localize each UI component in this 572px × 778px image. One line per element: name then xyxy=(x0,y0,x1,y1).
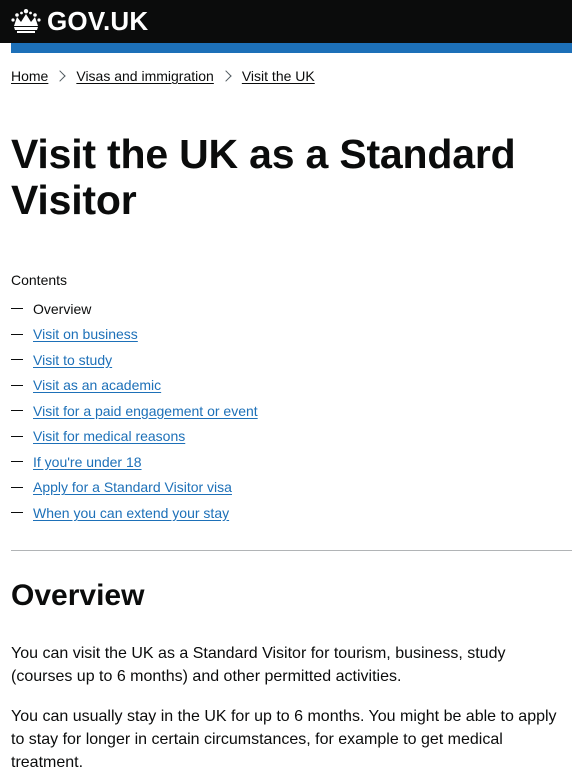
contents-current-label: Overview xyxy=(33,300,92,317)
contents-item-overview: Overview xyxy=(11,296,258,322)
body-paragraph: You can visit the UK as a Standard Visit… xyxy=(11,645,506,685)
chevron-right-icon xyxy=(220,70,232,82)
section-heading: Overview xyxy=(11,579,145,612)
contents-item-under-18: If you're under 18 xyxy=(11,449,258,475)
dash-icon xyxy=(11,410,23,412)
breadcrumb-visas-and-immigration[interactable]: Visas and immigration xyxy=(76,66,213,86)
contents-link-paid-engagement[interactable]: Visit for a paid engagement or event xyxy=(33,401,258,421)
contents-item-visit-to-study: Visit to study xyxy=(11,347,258,373)
contents-link-extend-stay[interactable]: When you can extend your stay xyxy=(33,503,229,523)
dash-icon xyxy=(11,486,23,488)
govuk-logo-link[interactable]: GOV.UK xyxy=(11,6,148,36)
dash-icon xyxy=(11,333,23,335)
dash-icon xyxy=(11,461,23,463)
contents-item-medical-reasons: Visit for medical reasons xyxy=(11,424,258,450)
dash-icon xyxy=(11,359,23,361)
contents-item-extend-stay: When you can extend your stay xyxy=(11,500,258,526)
site-header: GOV.UK xyxy=(0,0,572,43)
contents-item-paid-engagement: Visit for a paid engagement or event xyxy=(11,398,258,424)
contents-link-under-18[interactable]: If you're under 18 xyxy=(33,452,142,472)
dash-icon xyxy=(11,435,23,437)
dash-icon xyxy=(11,384,23,386)
section-divider xyxy=(11,550,572,551)
contents-link-visit-as-an-academic[interactable]: Visit as an academic xyxy=(33,375,161,395)
crown-icon xyxy=(11,8,41,34)
contents-list: Overview Visit on business Visit to stud… xyxy=(11,296,258,526)
contents-item-visit-on-business: Visit on business xyxy=(11,322,258,348)
header-accent-bar xyxy=(11,43,572,53)
contents-link-visit-on-business[interactable]: Visit on business xyxy=(33,324,138,344)
contents-link-medical-reasons[interactable]: Visit for medical reasons xyxy=(33,426,185,446)
breadcrumb-home[interactable]: Home xyxy=(11,66,48,86)
contents-heading: Contents xyxy=(11,272,68,288)
page-title: Visit the UK as a Standard Visitor xyxy=(11,131,516,223)
contents-item-visit-as-an-academic: Visit as an academic xyxy=(11,373,258,399)
body-paragraph: You can usually stay in the UK for up to… xyxy=(11,708,557,771)
contents-link-visit-to-study[interactable]: Visit to study xyxy=(33,350,112,370)
dash-icon xyxy=(11,512,23,514)
breadcrumb: Home Visas and immigration Visit the UK xyxy=(11,66,315,86)
chevron-right-icon xyxy=(54,70,67,82)
logo-text: GOV.UK xyxy=(47,6,149,36)
dash-icon xyxy=(11,308,23,310)
contents-item-apply: Apply for a Standard Visitor visa xyxy=(11,475,258,501)
contents-link-apply[interactable]: Apply for a Standard Visitor visa xyxy=(33,477,232,497)
breadcrumb-visit-the-uk[interactable]: Visit the UK xyxy=(242,66,315,86)
